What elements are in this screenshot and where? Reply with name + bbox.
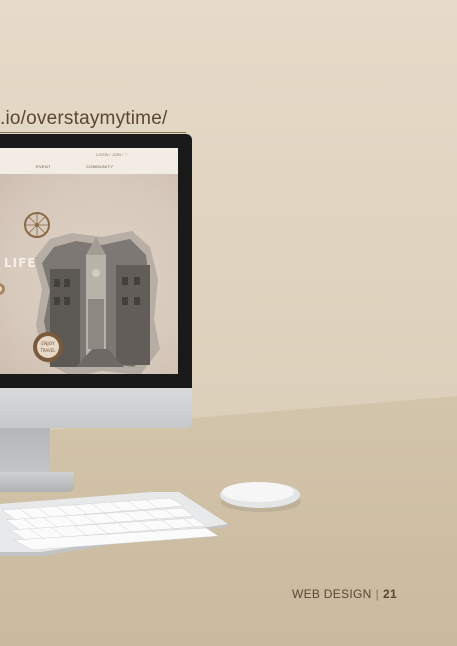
mouse-icon (220, 482, 301, 512)
monitor-chin (0, 388, 192, 428)
hero-title-word: LIFE (4, 256, 37, 270)
footer-separator: | (375, 587, 380, 601)
enjoy-travel-badge-icon: ENJOY TRAVEL (33, 332, 63, 362)
website-header: LOGIN / JOIN / ♡ EVENT COMMUNITY (0, 148, 178, 175)
small-badge-icon (0, 283, 5, 295)
website-login-links[interactable]: LOGIN / JOIN / ♡ (96, 152, 128, 157)
bicycle-wheel-icon (24, 212, 50, 238)
portfolio-url[interactable]: .io/overstaymytime/ (0, 108, 167, 130)
badge-enjoy-text: ENJOY (41, 341, 55, 347)
url-underline (0, 132, 186, 133)
keyboard-icon (0, 492, 230, 556)
monitor-stand-foot (0, 472, 74, 492)
website-hero: LIFE ENJOY TRAVEL (0, 174, 178, 374)
website-nav-community[interactable]: COMMUNITY (86, 164, 113, 169)
page-number: 21 (383, 587, 397, 601)
monitor-stand (0, 428, 50, 478)
page-footer: WEB DESIGN | 21 (292, 587, 397, 601)
monitor-screen: LOGIN / JOIN / ♡ EVENT COMMUNITY LIFE EN… (0, 148, 178, 374)
footer-section-label: WEB DESIGN (291, 587, 372, 601)
badge-travel-text: TRAVEL (39, 348, 56, 353)
website-nav-event[interactable]: EVENT (36, 164, 51, 169)
